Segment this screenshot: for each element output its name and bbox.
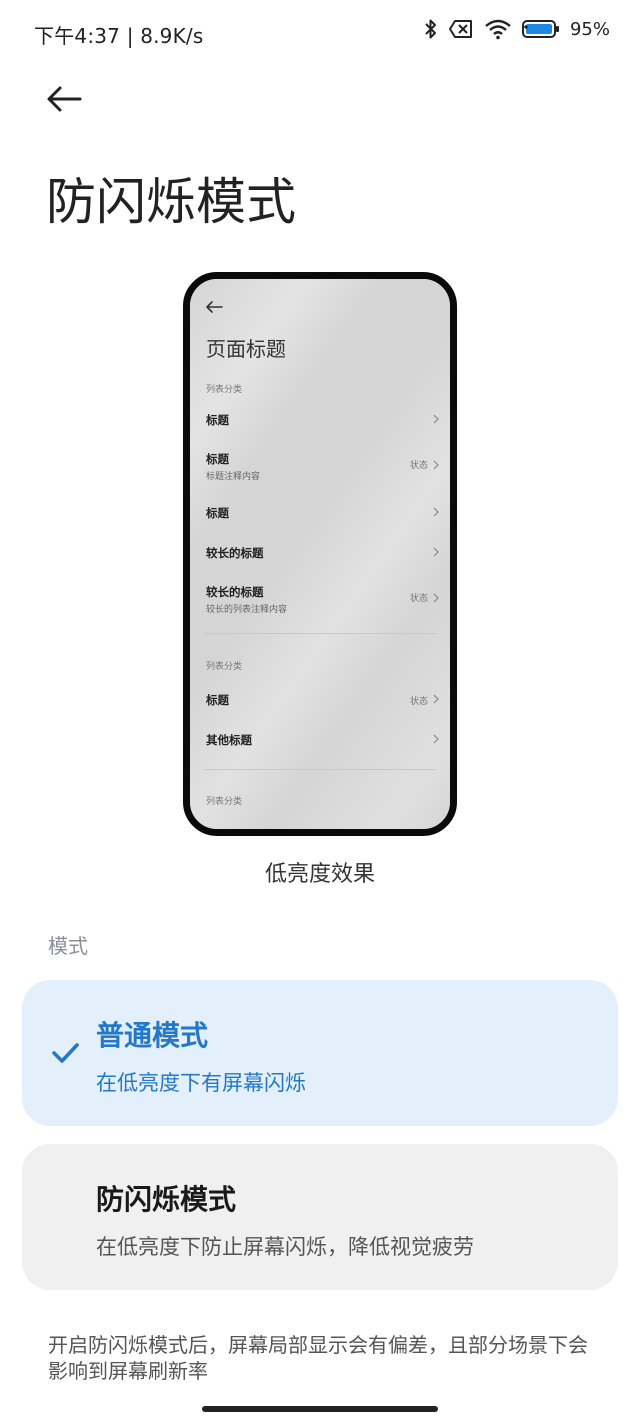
- preview-item-status: 状态: [409, 594, 428, 604]
- battery-percent: 95%: [569, 18, 610, 40]
- preview-item-status: 状态: [409, 697, 428, 707]
- preview-category: 列表分类: [206, 385, 243, 395]
- preview-item-title: 其他标题: [206, 733, 252, 747]
- status-icons: 95%: [424, 18, 610, 40]
- preview-list-item: 标题: [206, 412, 436, 428]
- chevron-right-icon: [433, 507, 439, 517]
- chevron-right-icon: [433, 694, 439, 704]
- preview-list-item: 标题: [206, 505, 436, 521]
- option-title: 防闪烁模式: [96, 1183, 237, 1216]
- preview-item-status: 状态: [409, 461, 428, 471]
- preview-divider: [204, 633, 436, 634]
- preview-title: 页面标题: [206, 337, 286, 361]
- preview-category: 列表分类: [206, 797, 243, 807]
- back-button[interactable]: [44, 80, 84, 120]
- anti-flicker-mode-option[interactable]: 防闪烁模式 在低亮度下防止屏幕闪烁，降低视觉疲劳: [22, 1144, 618, 1290]
- network-speed: 8.9K/s: [140, 24, 204, 48]
- preview-list-item: 较长的标题 较长的列表注释内容: [206, 584, 436, 615]
- option-description: 在低亮度下有屏幕闪烁: [96, 1071, 306, 1095]
- mode-section-label: 模式: [48, 934, 88, 958]
- chevron-right-icon: [433, 547, 439, 557]
- preview-item-title: 较长的标题: [206, 546, 264, 560]
- low-brightness-preview: 页面标题 列表分类 标题 标题 标题注释内容 状态 标题 较长的标题 较长的标题…: [183, 272, 457, 836]
- status-bar-time: 下午4:37 | 8.9K/s: [34, 20, 203, 49]
- preview-divider: [204, 769, 436, 770]
- bluetooth-icon: [425, 19, 436, 39]
- preview-item-title: 较长的标题: [206, 585, 264, 599]
- preview-caption: 低亮度效果: [264, 862, 375, 887]
- chevron-right-icon: [433, 734, 439, 744]
- battery-charging-icon: [521, 20, 559, 38]
- page-title: 防闪烁模式: [46, 173, 296, 231]
- footnote-text: 开启防闪烁模式后，屏幕局部显示会有偏差，且部分场景下会影响到屏幕刷新率: [48, 1333, 588, 1383]
- preview-list-item: 其他标题: [206, 732, 436, 748]
- preview-back-icon: [206, 301, 223, 313]
- check-icon: [52, 1043, 79, 1063]
- chevron-right-icon: [433, 593, 439, 603]
- preview-screen: 页面标题 列表分类 标题 标题 标题注释内容 状态 标题 较长的标题 较长的标题…: [190, 279, 450, 829]
- home-indicator[interactable]: [202, 1406, 438, 1412]
- chevron-right-icon: [433, 414, 439, 424]
- preview-item-title: 标题: [206, 452, 229, 466]
- preview-item-title: 标题: [206, 506, 229, 520]
- option-title: 普通模式: [96, 1019, 209, 1052]
- preview-item-title: 标题: [206, 413, 229, 427]
- normal-mode-option[interactable]: 普通模式 在低亮度下有屏幕闪烁: [22, 980, 618, 1126]
- preview-item-title: 标题: [206, 693, 229, 707]
- preview-list-item: 较长的标题: [206, 545, 436, 561]
- preview-item-subtitle: 标题注释内容: [206, 472, 261, 482]
- wifi-icon: [485, 19, 511, 40]
- preview-item-subtitle: 较长的列表注释内容: [206, 605, 288, 615]
- separator: |: [126, 24, 141, 48]
- preview-list-item: 标题: [206, 692, 436, 708]
- preview-category: 列表分类: [206, 662, 243, 672]
- option-description: 在低亮度下防止屏幕闪烁，降低视觉疲劳: [96, 1235, 474, 1259]
- no-sim-icon: [448, 20, 472, 38]
- preview-list-item: 标题 标题注释内容: [206, 451, 436, 482]
- time-text: 下午4:37: [34, 24, 121, 48]
- chevron-right-icon: [433, 460, 439, 470]
